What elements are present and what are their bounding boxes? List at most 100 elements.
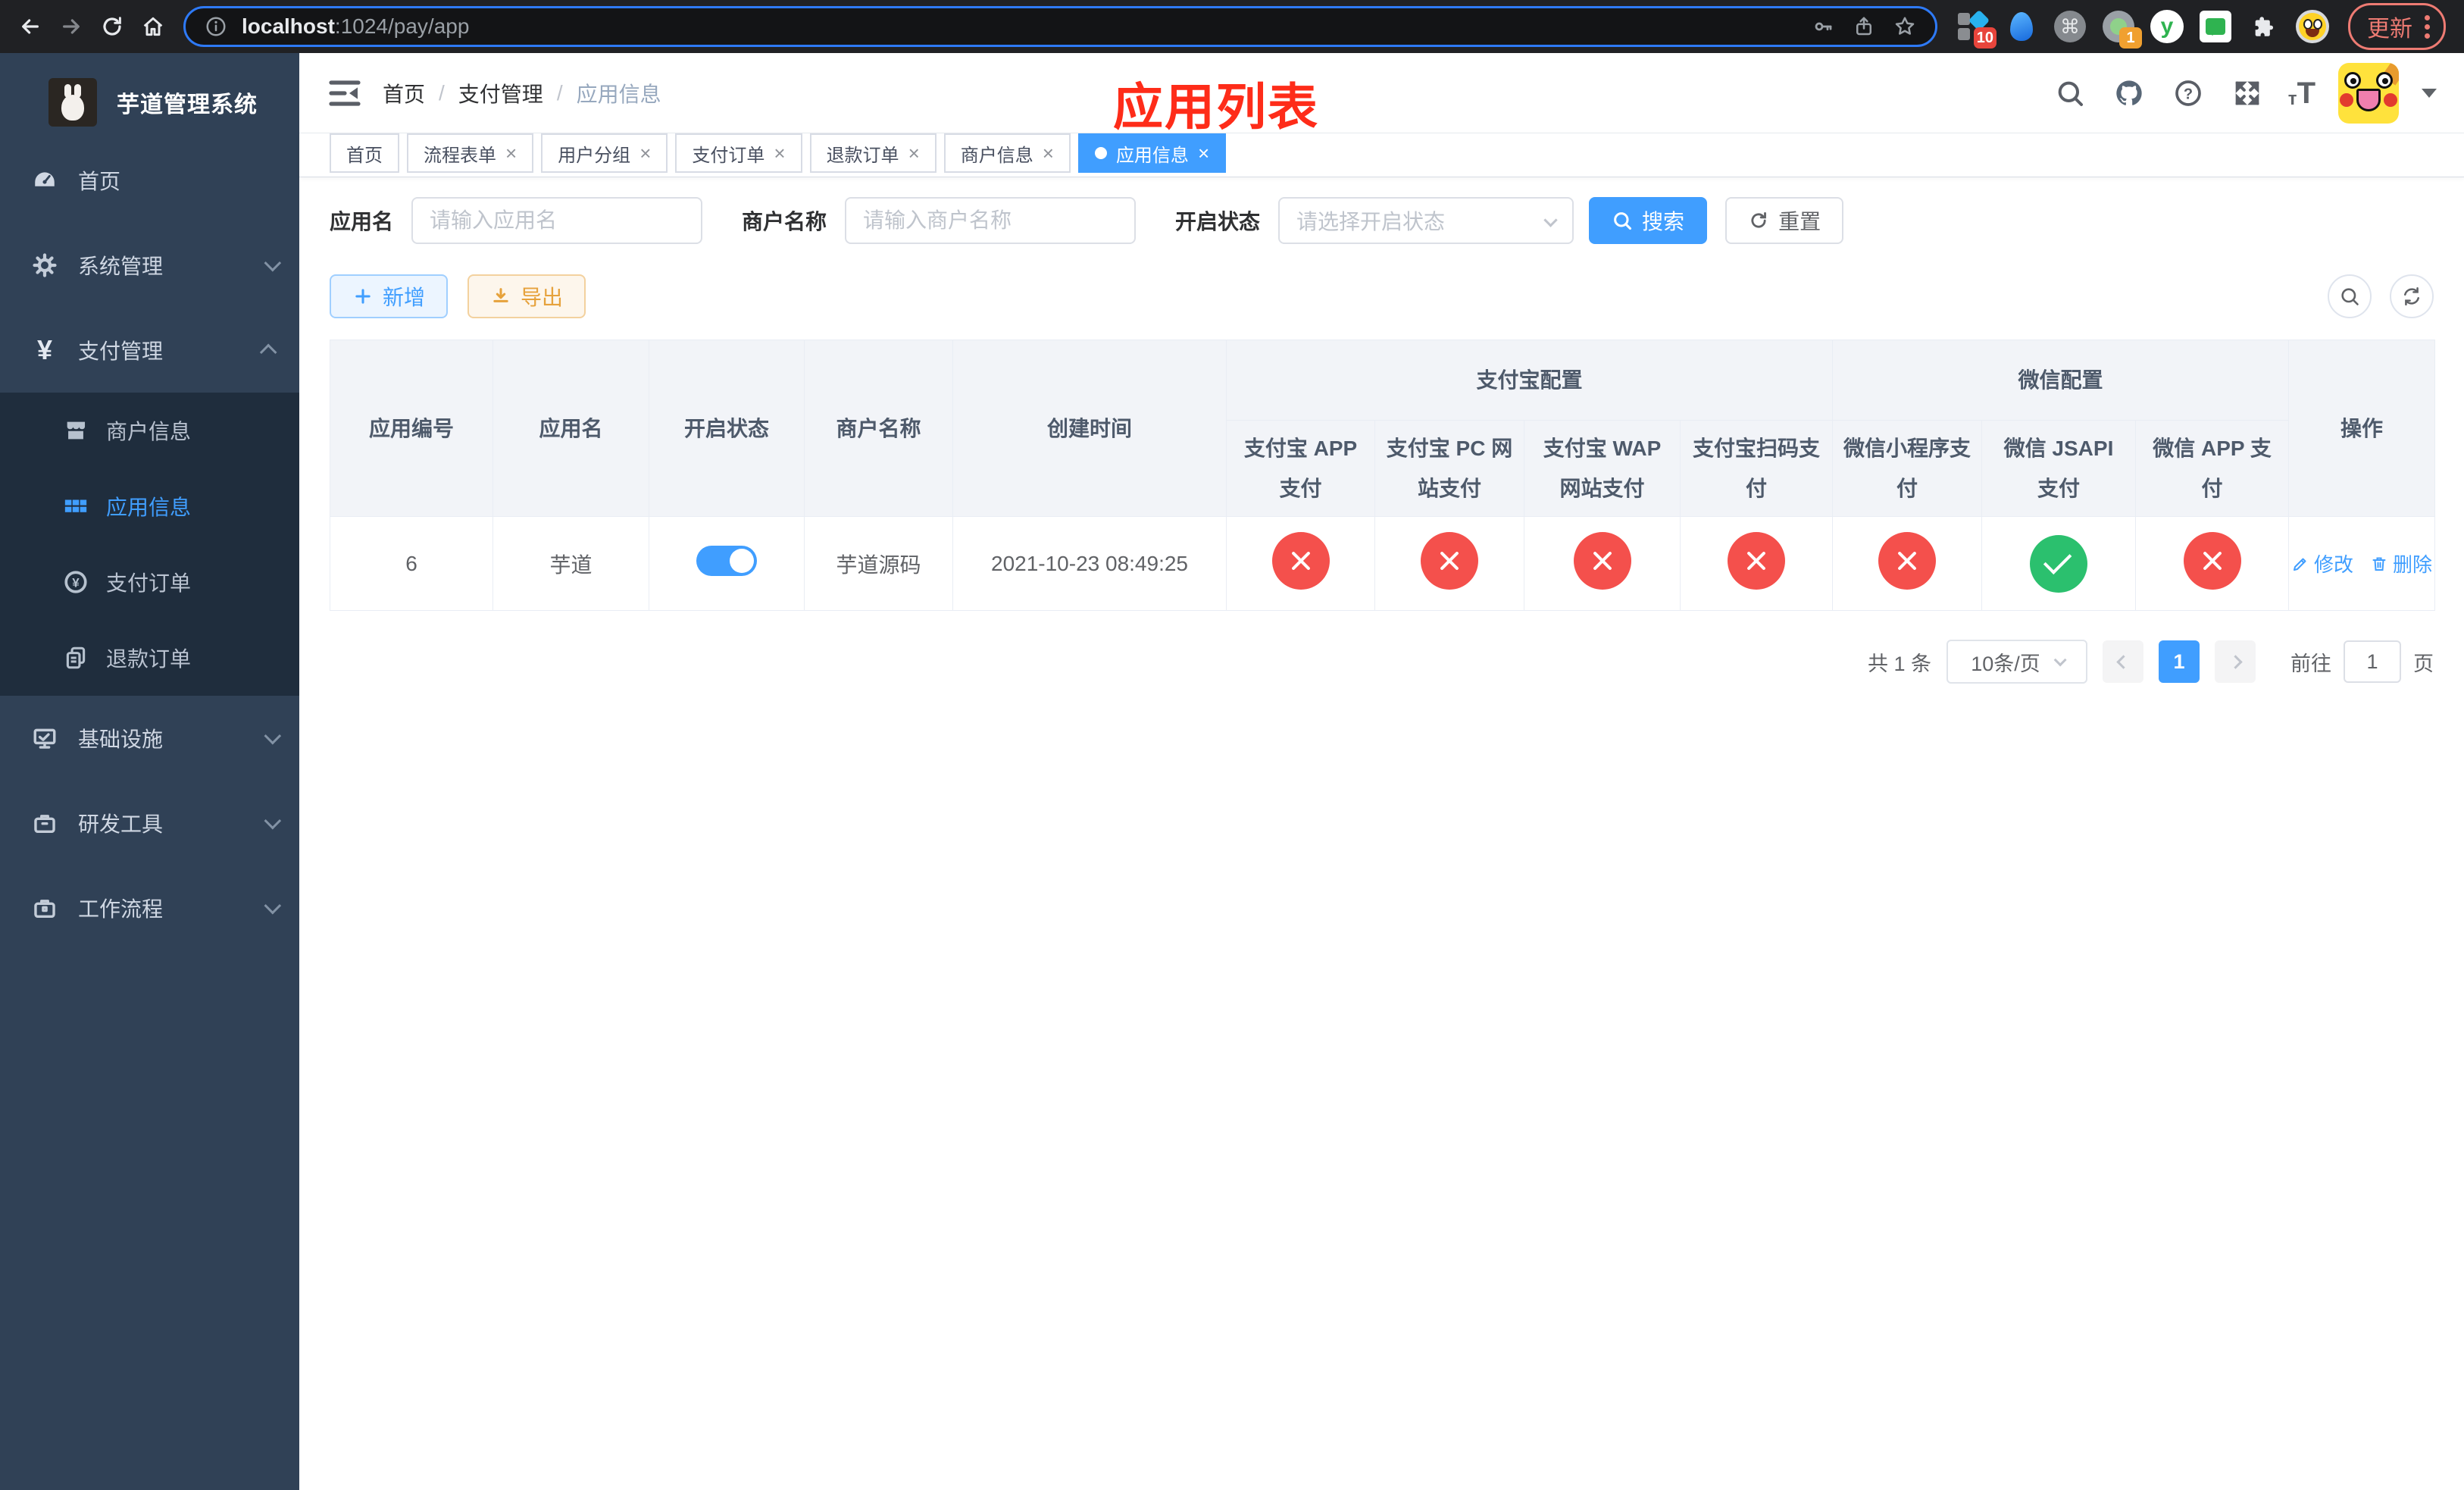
- sidebar-collapse-icon[interactable]: [327, 75, 363, 111]
- sidebar-item-home[interactable]: 首页: [0, 138, 299, 223]
- tab-process-form[interactable]: 流程表单 ×: [407, 133, 534, 173]
- github-icon[interactable]: [2111, 75, 2147, 111]
- extensions-puzzle-icon[interactable]: [2247, 9, 2281, 44]
- sidebar-item-workflow[interactable]: 工作流程: [0, 866, 299, 950]
- tab-refund-orders[interactable]: 退款订单 ×: [809, 133, 937, 173]
- cell-status: [649, 516, 805, 612]
- sidebar-logo[interactable]: 芋道管理系统: [0, 53, 299, 138]
- chevron-down-icon: [2053, 653, 2067, 667]
- tab-merchant-info[interactable]: 商户信息 ×: [943, 133, 1071, 173]
- cell-app-id: 6: [330, 516, 493, 612]
- app-name-label: 应用名: [330, 210, 394, 233]
- storefront-icon: [59, 418, 92, 443]
- extension-command-icon[interactable]: ⌘: [2053, 9, 2087, 44]
- browser-menu-kebab-icon[interactable]: [2425, 14, 2430, 39]
- extension-tabs-icon[interactable]: 10: [1956, 9, 1997, 49]
- sidebar-item-dev-tools[interactable]: 研发工具: [0, 781, 299, 866]
- sidebar-item-payment-orders[interactable]: ¥ 支付订单: [0, 544, 299, 620]
- reset-button[interactable]: 重置: [1725, 197, 1844, 244]
- browser-back-button[interactable]: [12, 8, 48, 45]
- cell-created-at: 2021-10-23 08:49:25: [952, 516, 1227, 612]
- tab-home[interactable]: 首页: [330, 133, 399, 173]
- browser-reload-button[interactable]: [94, 8, 130, 45]
- plus-icon: [355, 289, 371, 304]
- sidebar-item-payment[interactable]: ¥ 支付管理: [0, 308, 299, 393]
- close-icon[interactable]: ×: [908, 143, 920, 163]
- chevron-left-icon: [2115, 655, 2131, 669]
- page-size-select[interactable]: 10条/页: [1946, 640, 2087, 684]
- close-icon[interactable]: ×: [505, 143, 517, 163]
- sidebar-item-merchant-info[interactable]: 商户信息: [0, 393, 299, 468]
- enabled-toggle[interactable]: [696, 546, 757, 577]
- annotation-overlay-title: 应用列表: [1113, 79, 1319, 135]
- col-actions: 操作: [2288, 339, 2436, 518]
- user-menu-caret-icon[interactable]: [2422, 88, 2437, 105]
- refund-doc-icon: [59, 645, 92, 671]
- fullscreen-icon[interactable]: [2229, 75, 2265, 111]
- tab-payment-orders[interactable]: 支付订单 ×: [675, 133, 802, 173]
- close-icon[interactable]: ×: [1043, 143, 1054, 163]
- url-host: localhost: [242, 14, 335, 38]
- goto-label: 前往: [2290, 652, 2331, 675]
- browser-forward-button[interactable]: [53, 8, 89, 45]
- close-icon[interactable]: ×: [639, 143, 651, 163]
- sidebar-item-app-info[interactable]: 应用信息: [0, 468, 299, 544]
- font-size-icon[interactable]: тT: [2288, 78, 2315, 108]
- bookmark-star-icon[interactable]: [1890, 11, 1920, 42]
- chevron-down-icon: [264, 254, 282, 272]
- sidebar-item-system[interactable]: 系统管理: [0, 223, 299, 308]
- search-button[interactable]: 搜索: [1589, 197, 1708, 244]
- share-icon[interactable]: [1849, 11, 1879, 42]
- gear-icon: [28, 252, 61, 278]
- cell-app-name: 芋道: [492, 516, 649, 612]
- tab-user-group[interactable]: 用户分组 ×: [541, 133, 668, 173]
- status-select[interactable]: 请选择开启状态: [1278, 197, 1574, 244]
- yen-icon: ¥: [36, 334, 53, 365]
- extension-chat-icon[interactable]: [2198, 9, 2233, 44]
- toolbox-icon: [28, 810, 61, 836]
- close-icon[interactable]: ×: [1198, 143, 1209, 163]
- col-app-name: 应用名: [492, 339, 649, 518]
- delete-link[interactable]: 删除: [2370, 549, 2432, 578]
- home-icon: [143, 17, 163, 36]
- status-label: 开启状态: [1175, 210, 1261, 233]
- merchant-name-input[interactable]: [845, 197, 1137, 244]
- table-row: 6 芋道 芋道源码 2021-10-23 08:49:25 修改 删除: [330, 516, 2436, 612]
- breadcrumb-current: 应用信息: [576, 82, 661, 106]
- export-button[interactable]: 导出: [467, 274, 586, 318]
- add-button[interactable]: 新增: [330, 274, 449, 318]
- close-icon[interactable]: ×: [774, 143, 785, 163]
- extension-y-icon[interactable]: y: [2150, 9, 2184, 44]
- col-app-id: 应用编号: [330, 339, 493, 518]
- help-icon[interactable]: ?: [2170, 75, 2206, 111]
- search-icon[interactable]: [2052, 75, 2088, 111]
- password-key-icon[interactable]: [1808, 11, 1838, 42]
- download-icon: [493, 288, 508, 302]
- breadcrumb-home[interactable]: 首页: [383, 78, 425, 108]
- prev-page-button[interactable]: [2103, 640, 2143, 684]
- next-page-button[interactable]: [2215, 640, 2256, 684]
- extension-gem-icon[interactable]: [2004, 9, 2039, 44]
- address-bar[interactable]: localhost:1024/pay/app: [183, 6, 1937, 47]
- browser-toolbar: localhost:1024/pay/app 10 ⌘ 1 y 更新: [0, 0, 2464, 53]
- sidebar-item-refund-orders[interactable]: 退款订单: [0, 620, 299, 696]
- browser-update-button[interactable]: 更新: [2348, 3, 2446, 50]
- extension-recorder-icon[interactable]: 1: [2101, 9, 2142, 49]
- sidebar-item-infrastructure[interactable]: 基础设施: [0, 696, 299, 781]
- trash-icon: [2372, 557, 2386, 571]
- refresh-table-button[interactable]: [2390, 274, 2434, 318]
- show-search-button[interactable]: [2328, 274, 2372, 318]
- user-avatar[interactable]: [2338, 62, 2399, 124]
- site-info-icon[interactable]: [201, 11, 231, 42]
- browser-home-button[interactable]: [135, 8, 171, 45]
- edit-link[interactable]: 修改: [2291, 549, 2353, 578]
- main-content: 应用列表 首页 / 支付管理 / 应用信息 ? т T 首页 流程表单 × 用户…: [299, 53, 2464, 1490]
- page-number-current[interactable]: 1: [2159, 640, 2200, 684]
- app-name-input[interactable]: [411, 197, 703, 244]
- goto-page-input[interactable]: [2344, 640, 2401, 684]
- extension-badge: 10: [1973, 27, 1997, 49]
- breadcrumb-payment[interactable]: 支付管理: [458, 78, 543, 108]
- profile-avatar-icon[interactable]: [2295, 9, 2330, 44]
- col-wechat-jsapi: 微信 JSAPI 支付: [1981, 419, 2137, 518]
- reload-icon: [103, 17, 121, 36]
